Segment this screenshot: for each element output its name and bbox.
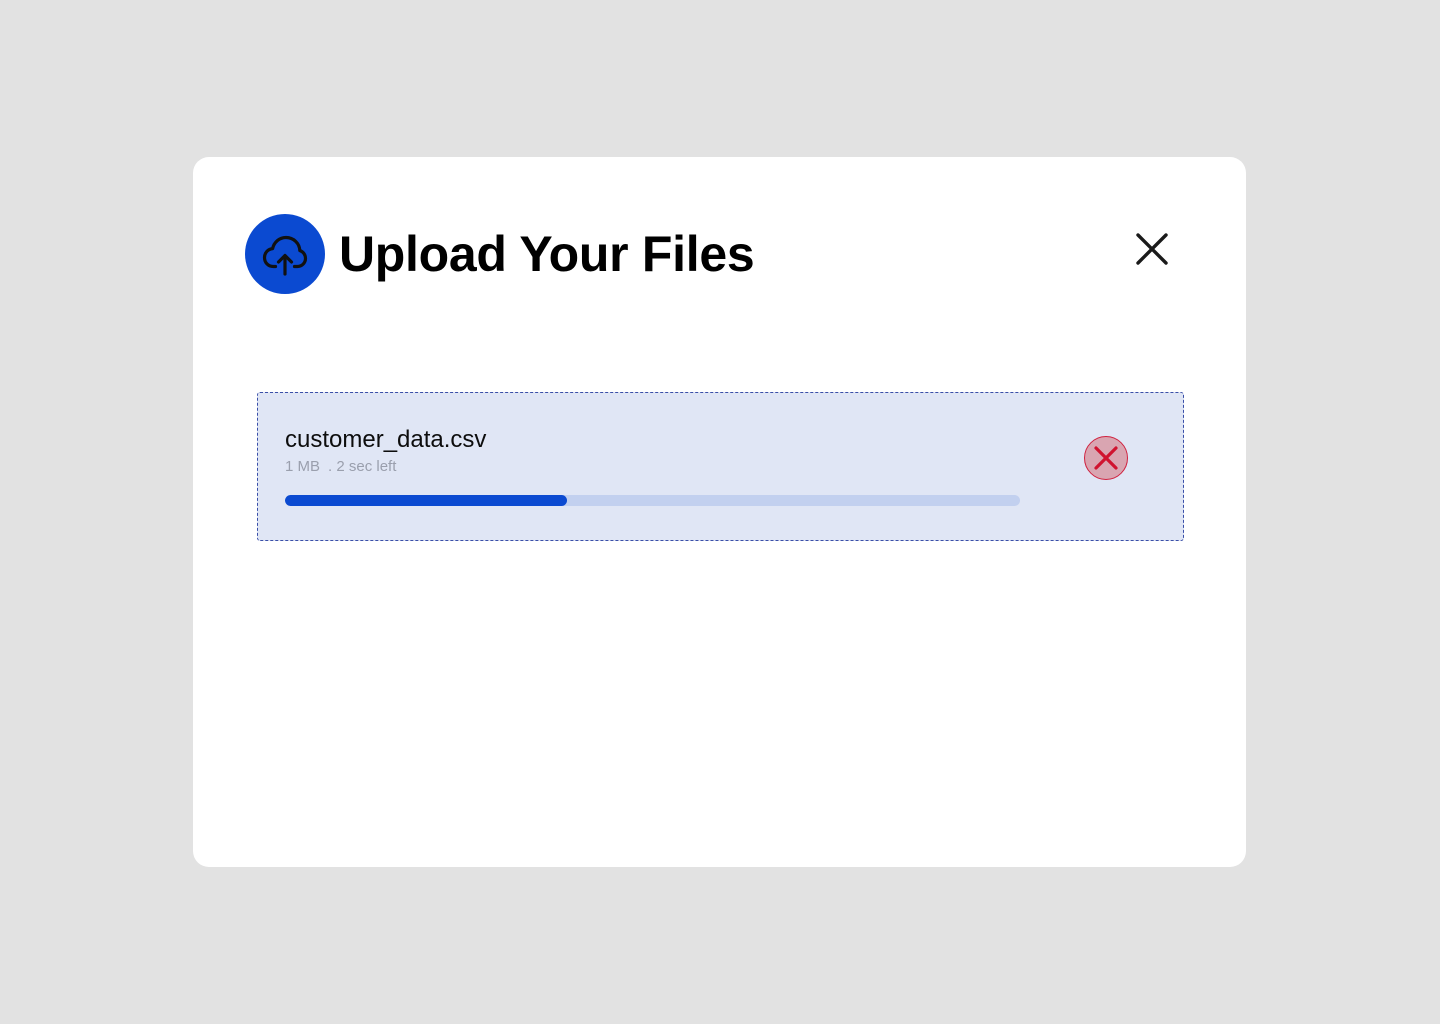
upload-dialog: Upload Your Files customer_data.csv 1 MB… bbox=[193, 157, 1246, 867]
cloud-upload-icon bbox=[245, 214, 325, 294]
cancel-upload-button[interactable] bbox=[1084, 436, 1128, 480]
file-meta: 1 MB. 2 sec left bbox=[285, 457, 396, 477]
upload-progress-bar bbox=[285, 495, 1020, 506]
close-button[interactable] bbox=[1133, 230, 1171, 268]
cancel-x-icon bbox=[1094, 446, 1118, 470]
meta-separator: . bbox=[328, 458, 333, 475]
upload-progress-fill bbox=[285, 495, 568, 506]
close-icon bbox=[1136, 233, 1168, 265]
time-remaining: 2 sec left bbox=[336, 458, 397, 475]
upload-file-card: customer_data.csv 1 MB. 2 sec left bbox=[257, 392, 1184, 541]
dialog-title: Upload Your Files bbox=[339, 226, 755, 282]
file-name: customer_data.csv bbox=[285, 426, 487, 453]
file-size: 1 MB bbox=[285, 458, 321, 475]
